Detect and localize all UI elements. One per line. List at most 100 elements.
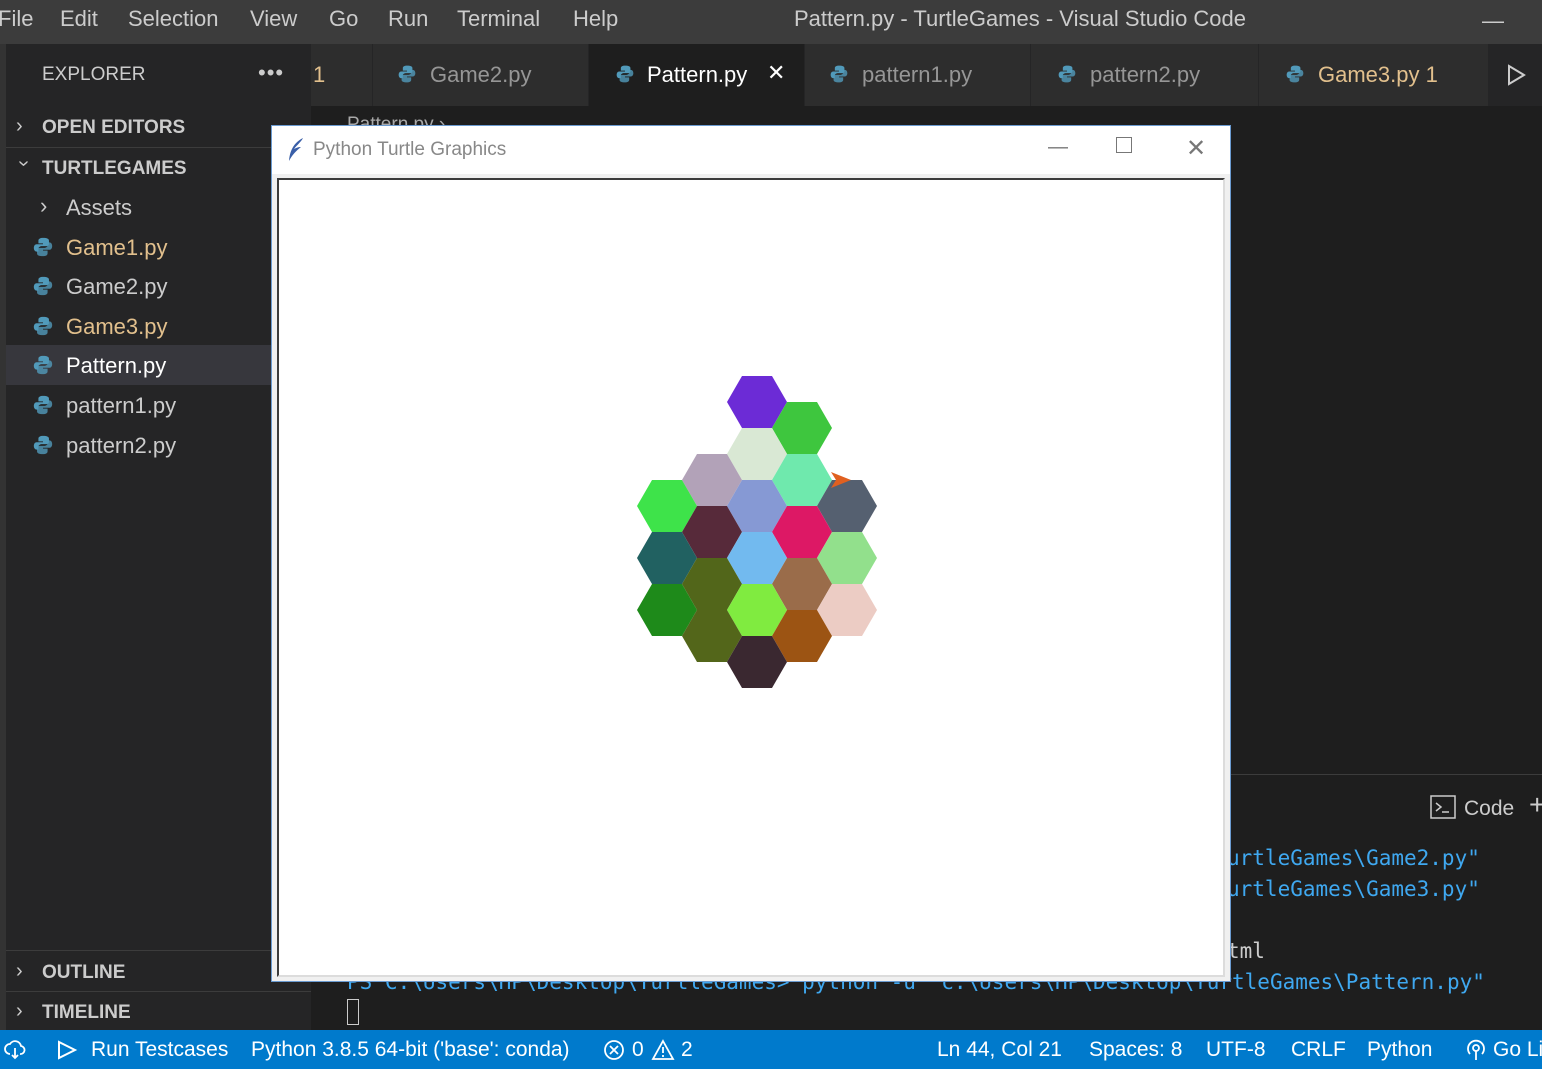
terminal-icon — [1430, 795, 1456, 819]
python-icon — [616, 65, 634, 83]
tree-item-label: pattern2.py — [66, 433, 177, 458]
menu-selection[interactable]: Selection — [128, 0, 219, 44]
terminal-line: tml — [1227, 939, 1265, 963]
tree-item-game3[interactable]: Game3.py — [6, 306, 271, 346]
explorer-title: EXPLORER — [42, 64, 146, 85]
sidebar: EXPLORER ••• › OPEN EDITORS › TURTLEGAME… — [6, 44, 311, 1030]
tab-pattern2[interactable]: pattern2.py — [1031, 44, 1259, 106]
tree-item-pattern2[interactable]: pattern2.py — [6, 425, 271, 465]
title-bar: File Edit Selection View Go Run Terminal… — [0, 0, 1542, 44]
tab-label: 1 — [313, 62, 326, 87]
tree-item-assets[interactable]: › Assets — [6, 187, 271, 227]
tab-label: Game3.py 1 — [1318, 62, 1438, 87]
tab-label: pattern1.py — [862, 62, 973, 87]
indentation[interactable]: Spaces: 8 — [1089, 1038, 1182, 1062]
python-icon — [1286, 65, 1304, 83]
menu-view[interactable]: View — [250, 0, 297, 44]
menu-go[interactable]: Go — [329, 0, 358, 44]
menu-file[interactable]: File — [0, 0, 33, 44]
tree-item-label: pattern1.py — [66, 393, 177, 418]
python-icon — [33, 276, 53, 296]
turtle-canvas[interactable] — [277, 178, 1225, 977]
tree-item-label: Game1.py — [66, 235, 168, 260]
menu-edit[interactable]: Edit — [60, 0, 98, 44]
python-icon — [33, 395, 53, 415]
more-actions-icon[interactable]: ••• — [258, 60, 284, 86]
tab-game1[interactable]: 1 — [311, 44, 373, 106]
run-testcases-icon — [58, 1040, 78, 1060]
chevron-right-icon: › — [16, 115, 23, 137]
tab-label: pattern2.py — [1090, 62, 1201, 87]
tree-item-game2[interactable]: Game2.py — [6, 266, 271, 306]
python-icon — [830, 65, 848, 83]
chevron-right-icon: › — [40, 193, 48, 218]
tab-game2[interactable]: Game2.py — [373, 44, 589, 106]
menu-run[interactable]: Run — [388, 0, 428, 44]
error-count[interactable]: 0 — [632, 1038, 644, 1062]
menu-help[interactable]: Help — [573, 0, 618, 44]
chevron-down-icon: › — [12, 160, 35, 167]
close-icon[interactable]: ✕ — [1186, 134, 1206, 163]
tab-label: Pattern.py — [647, 62, 748, 87]
tree-item-label: Game2.py — [66, 274, 168, 299]
remote-icon[interactable] — [4, 1040, 26, 1060]
run-testcases-button[interactable]: Run Testcases — [91, 1038, 228, 1062]
turtle-title-bar[interactable]: Python Turtle Graphics — ✕ — [272, 126, 1230, 174]
vscode-window: File Edit Selection View Go Run Terminal… — [0, 0, 1542, 1069]
terminal-line: urtleGames\Game2.py" — [1227, 846, 1480, 870]
turtle-graphics-window: Python Turtle Graphics — ✕ — [271, 125, 1231, 982]
hexagon-pattern — [637, 376, 877, 688]
cursor-position[interactable]: Ln 44, Col 21 — [937, 1038, 1062, 1062]
section-outline[interactable]: › OUTLINE — [6, 952, 311, 992]
maximize-icon[interactable] — [1116, 137, 1132, 153]
go-live-button[interactable]: Go Li — [1493, 1038, 1542, 1062]
section-label: OUTLINE — [42, 962, 126, 983]
python-icon — [398, 65, 416, 83]
terminal-select[interactable]: Code — [1464, 797, 1514, 821]
section-label: TIMELINE — [42, 1002, 131, 1023]
line-ending[interactable]: CRLF — [1291, 1038, 1346, 1062]
python-icon — [33, 355, 53, 375]
tree-item-label: Pattern.py — [66, 353, 167, 378]
warning-icon — [651, 1039, 675, 1060]
python-interpreter[interactable]: Python 3.8.5 64-bit ('base': conda) — [251, 1038, 570, 1062]
tree-item-label: Assets — [66, 195, 133, 220]
window-title: Pattern.py - TurtleGames - Visual Studio… — [793, 6, 1247, 31]
minimize-icon[interactable]: — — [1048, 136, 1068, 159]
broadcast-icon — [1467, 1039, 1485, 1060]
tab-label: Game2.py — [430, 62, 532, 87]
add-terminal-icon[interactable]: + — [1529, 789, 1542, 821]
python-icon — [33, 435, 53, 455]
tab-game3[interactable]: Game3.py 1 — [1259, 44, 1489, 106]
warning-count[interactable]: 2 — [681, 1038, 693, 1062]
section-label: OPEN EDITORS — [42, 117, 186, 138]
tree-item-game1[interactable]: Game1.py — [6, 227, 271, 267]
tab-pattern[interactable]: Pattern.py ✕ — [589, 44, 805, 106]
status-bar: Run Testcases Python 3.8.5 64-bit ('base… — [0, 1030, 1542, 1069]
tree-item-label: Game3.py — [66, 314, 168, 339]
tree-item-pattern1[interactable]: pattern1.py — [6, 385, 271, 425]
divider — [6, 950, 311, 951]
chevron-right-icon: › — [16, 1000, 23, 1022]
section-timeline[interactable]: › TIMELINE — [6, 992, 311, 1032]
feather-icon — [289, 138, 303, 161]
section-turtlegames[interactable]: › TURTLEGAMES — [6, 148, 311, 188]
turtle-window-title: Python Turtle Graphics — [313, 139, 507, 160]
tab-pattern1[interactable]: pattern1.py — [805, 44, 1031, 106]
python-icon — [33, 237, 53, 257]
python-icon — [33, 316, 53, 336]
tree-item-pattern[interactable]: Pattern.py — [6, 345, 271, 385]
encoding[interactable]: UTF-8 — [1206, 1038, 1266, 1062]
close-icon[interactable]: ✕ — [767, 60, 785, 86]
language-mode[interactable]: Python — [1367, 1038, 1432, 1062]
minimize-icon[interactable]: — — [1482, 8, 1504, 34]
error-icon — [604, 1040, 624, 1060]
tab-bar: 1 Game2.py Pattern.py ✕ pattern1.py patt… — [311, 44, 1542, 106]
python-icon — [1058, 65, 1076, 83]
chevron-right-icon: › — [16, 960, 23, 982]
terminal-cursor — [347, 999, 359, 1025]
run-icon[interactable] — [1506, 64, 1526, 86]
menu-terminal[interactable]: Terminal — [457, 0, 540, 44]
terminal-line: urtleGames\Game3.py" — [1227, 877, 1480, 901]
section-open-editors[interactable]: › OPEN EDITORS — [6, 107, 311, 147]
